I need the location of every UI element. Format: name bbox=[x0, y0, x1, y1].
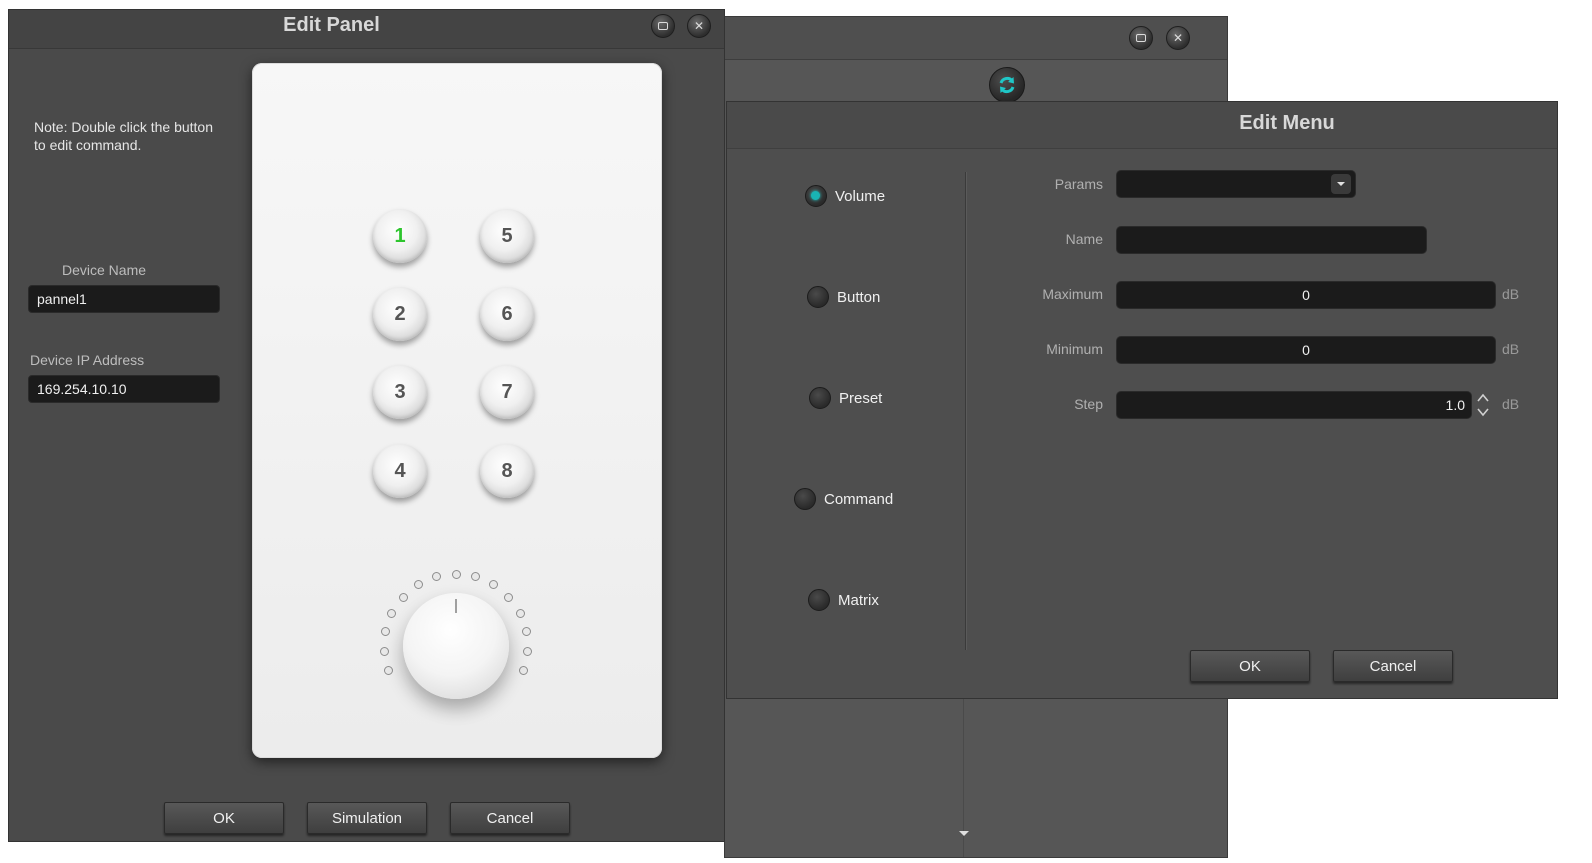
step-input[interactable]: 1.0 bbox=[1116, 391, 1472, 419]
name-input[interactable] bbox=[1116, 226, 1427, 254]
params-select[interactable] bbox=[1116, 170, 1356, 198]
edit-panel-close-button[interactable]: ✕ bbox=[687, 14, 711, 38]
minimize-icon bbox=[1136, 34, 1146, 42]
knob-led bbox=[379, 646, 389, 656]
knob-led bbox=[387, 608, 397, 618]
knob-led bbox=[413, 580, 423, 590]
radio-matrix-indicator bbox=[808, 589, 830, 611]
radio-matrix-label: Matrix bbox=[838, 591, 879, 609]
bg-close-button[interactable]: ✕ bbox=[1166, 26, 1190, 50]
minimum-label: Minimum bbox=[1046, 341, 1103, 357]
radio-command[interactable]: Command bbox=[794, 488, 893, 510]
knob-led bbox=[451, 569, 461, 579]
step-spinner-icon bbox=[1477, 393, 1489, 417]
knob-led bbox=[523, 646, 533, 656]
radio-button-indicator bbox=[807, 286, 829, 308]
knob-led bbox=[489, 580, 499, 590]
minimize-icon bbox=[658, 22, 668, 30]
knob-led bbox=[398, 592, 408, 602]
step-spinner[interactable] bbox=[1476, 391, 1490, 419]
edit-note: Note: Double click the button to edit co… bbox=[34, 119, 213, 153]
knob-led bbox=[519, 666, 529, 676]
panel-device-plate: 1 2 3 4 5 6 7 8 bbox=[252, 63, 662, 758]
edit-panel-cancel-button[interactable]: Cancel bbox=[450, 802, 570, 834]
params-label: Params bbox=[1054, 176, 1103, 192]
knob-led bbox=[504, 592, 514, 602]
knob-led bbox=[431, 572, 441, 582]
refresh-icon bbox=[999, 76, 1015, 94]
radio-preset-label: Preset bbox=[839, 389, 883, 407]
knob-led bbox=[522, 627, 532, 637]
edit-menu-dialog: Edit Menu Volume Button Preset Command M… bbox=[726, 101, 1558, 699]
radio-command-indicator bbox=[794, 488, 816, 510]
step-unit: dB bbox=[1502, 396, 1520, 412]
knob-led bbox=[515, 608, 525, 618]
maximum-input[interactable]: 0 bbox=[1116, 281, 1496, 309]
dropdown-arrow-icon[interactable] bbox=[1331, 174, 1351, 194]
radio-button[interactable]: Button bbox=[807, 286, 880, 308]
edit-panel-window: Edit Panel ✕ Note: Double click the butt… bbox=[8, 9, 725, 842]
scroll-down-arrow-icon[interactable] bbox=[959, 831, 969, 836]
refresh-button[interactable] bbox=[989, 67, 1025, 103]
radio-preset[interactable]: Preset bbox=[809, 387, 882, 409]
knob-led bbox=[383, 666, 393, 676]
radio-button-label: Button bbox=[837, 288, 881, 306]
device-name-label: Device Name bbox=[62, 262, 147, 278]
edit-panel-ok-button[interactable]: OK bbox=[164, 802, 284, 834]
radio-volume-label: Volume bbox=[835, 187, 886, 205]
edit-menu-title: Edit Menu bbox=[1239, 112, 1335, 134]
device-ip-label: Device IP Address bbox=[30, 352, 145, 368]
step-label: Step bbox=[1074, 396, 1103, 412]
maximum-unit: dB bbox=[1502, 286, 1520, 302]
knob-led bbox=[471, 572, 480, 582]
simulation-button[interactable]: Simulation bbox=[307, 802, 427, 834]
close-icon: ✕ bbox=[693, 19, 705, 33]
radio-preset-indicator bbox=[809, 387, 831, 409]
edit-panel-minimize-button[interactable] bbox=[651, 14, 675, 38]
maximum-label: Maximum bbox=[1042, 286, 1103, 302]
name-label: Name bbox=[1065, 231, 1103, 247]
edit-panel-title: Edit Panel bbox=[283, 14, 380, 36]
radio-volume[interactable]: Volume bbox=[805, 185, 885, 207]
bg-minimize-button[interactable] bbox=[1129, 26, 1153, 50]
device-ip-input[interactable]: 169.254.10.10 bbox=[28, 375, 220, 403]
knob-indicator bbox=[455, 599, 457, 613]
radio-matrix[interactable]: Matrix bbox=[808, 589, 879, 611]
volume-knob[interactable] bbox=[403, 593, 509, 699]
edit-menu-ok-button[interactable]: OK bbox=[1190, 650, 1310, 682]
device-name-input[interactable]: pannel1 bbox=[28, 285, 220, 313]
minimum-unit: dB bbox=[1502, 341, 1520, 357]
knob-led bbox=[380, 627, 390, 637]
close-icon: ✕ bbox=[1172, 31, 1184, 45]
radio-volume-indicator bbox=[805, 185, 827, 207]
edit-menu-separator bbox=[965, 172, 966, 650]
radio-command-label: Command bbox=[824, 490, 894, 508]
edit-menu-cancel-button[interactable]: Cancel bbox=[1333, 650, 1453, 682]
minimum-input[interactable]: 0 bbox=[1116, 336, 1496, 364]
